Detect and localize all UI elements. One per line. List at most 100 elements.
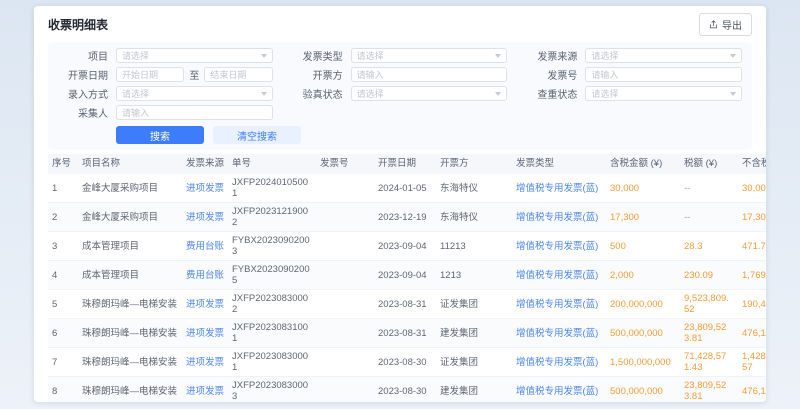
search-button[interactable]: 搜索 xyxy=(116,126,204,144)
filter-actions: 搜索 清空搜索 xyxy=(116,126,742,144)
date-end-invoice-date[interactable] xyxy=(204,67,272,82)
cell-tax: -- xyxy=(680,203,738,232)
cell-project: 金峰大厦采购项目 xyxy=(78,203,182,232)
table-row[interactable]: 4成本管理项目费用台账FYBX202309020052023-09-041213… xyxy=(48,261,766,290)
table-row[interactable]: 3成本管理项目费用台账FYBX202309020032023-09-041121… xyxy=(48,232,766,261)
select-invoice-type[interactable] xyxy=(351,48,508,63)
chevron-down-icon xyxy=(261,54,267,58)
column-header: 税额 (¥) xyxy=(680,154,738,174)
cell-issuer: 证发集团 xyxy=(436,290,512,319)
filter-label-invoice-source: 发票来源 xyxy=(519,48,577,63)
input-invoice-no-field[interactable] xyxy=(591,70,736,80)
page-title: 收票明细表 xyxy=(48,16,108,33)
table-row[interactable]: 6珠穆朗玛峰—电梯安装进项发票JXFP202308310012023-08-31… xyxy=(48,319,766,348)
export-button[interactable]: 导出 xyxy=(699,13,752,36)
filter-field-issuer: 开票方 xyxy=(285,67,508,82)
cell-amount: 30,000 xyxy=(606,174,680,203)
chevron-down-icon xyxy=(495,92,501,96)
date-start-invoice-date[interactable] xyxy=(116,67,184,82)
input-collector-field[interactable] xyxy=(122,108,267,118)
cell-order_no: JXFP20230831001 xyxy=(228,319,316,348)
cell-issuer: 建发集团 xyxy=(436,319,512,348)
cell-project: 金峰大厦采购项目 xyxy=(78,174,182,203)
cell-issuer: 东海特仪 xyxy=(436,203,512,232)
cell-order_no: JXFP20230830003 xyxy=(228,377,316,403)
cell-source: 费用台账 xyxy=(182,261,228,290)
cell-date: 2023-08-30 xyxy=(374,348,436,377)
date-start-invoice-date-field[interactable] xyxy=(122,70,178,80)
cell-source: 进项发票 xyxy=(182,319,228,348)
column-header: 序号 xyxy=(48,154,78,174)
select-project[interactable] xyxy=(116,48,273,63)
select-entry-method-field[interactable] xyxy=(122,89,257,99)
select-project-field[interactable] xyxy=(122,51,257,61)
input-collector[interactable] xyxy=(116,105,273,120)
cell-amount: 500,000,000 xyxy=(606,377,680,403)
select-dup-status-field[interactable] xyxy=(591,89,726,99)
select-invoice-type-field[interactable] xyxy=(357,51,492,61)
column-header: 发票号 xyxy=(316,154,374,174)
cell-net: 30,000 xyxy=(738,174,766,203)
cell-no: 8 xyxy=(48,377,78,403)
input-issuer[interactable] xyxy=(351,67,508,82)
select-verify-status[interactable] xyxy=(351,86,508,101)
cell-no: 6 xyxy=(48,319,78,348)
filter-label-invoice-type: 发票类型 xyxy=(285,48,343,63)
filter-field-invoice-source: 发票来源 xyxy=(519,48,742,63)
table-row[interactable]: 1金峰大厦采购项目进项发票JXFP202401050012024-01-05东海… xyxy=(48,174,766,203)
cell-type: 增值税专用发票(蓝) xyxy=(512,174,606,203)
cell-tax: 71,428,571.43 xyxy=(680,348,738,377)
select-invoice-source-field[interactable] xyxy=(591,51,726,61)
select-verify-status-field[interactable] xyxy=(357,89,492,99)
filter-grid: 项目发票类型发票来源开票日期至开票方发票号录入方式验真状态查重状态采集人 xyxy=(50,48,742,120)
cell-project: 成本管理项目 xyxy=(78,261,182,290)
cell-project: 珠穆朗玛峰—电梯安装 xyxy=(78,290,182,319)
column-header: 开票日期 xyxy=(374,154,436,174)
cell-source: 进项发票 xyxy=(182,290,228,319)
filter-field-collector: 采集人 xyxy=(50,105,273,120)
filter-label-project: 项目 xyxy=(50,48,108,63)
table-row[interactable]: 2金峰大厦采购项目进项发票JXFP202312190022023-12-19东海… xyxy=(48,203,766,232)
cell-date: 2023-08-31 xyxy=(374,319,436,348)
cell-issuer: 证发集团 xyxy=(436,348,512,377)
input-invoice-no[interactable] xyxy=(585,67,742,82)
input-issuer-field[interactable] xyxy=(357,70,502,80)
cell-net: 17,300 xyxy=(738,203,766,232)
cell-project: 成本管理项目 xyxy=(78,232,182,261)
filter-label-entry-method: 录入方式 xyxy=(50,86,108,101)
cell-net: 1,769.91 xyxy=(738,261,766,290)
table-row[interactable]: 7珠穆朗玛峰—电梯安装进项发票JXFP202308300012023-08-30… xyxy=(48,348,766,377)
date-end-invoice-date-field[interactable] xyxy=(210,70,266,80)
select-dup-status[interactable] xyxy=(585,86,742,101)
filter-label-issuer: 开票方 xyxy=(285,67,343,82)
filter-label-collector: 采集人 xyxy=(50,105,108,120)
filter-field-project: 项目 xyxy=(50,48,273,63)
cell-invoice_no xyxy=(316,261,374,290)
column-header: 含税金额 (¥) xyxy=(606,154,680,174)
cell-source: 进项发票 xyxy=(182,174,228,203)
cell-net: 476,190,476.19 xyxy=(738,377,766,403)
select-invoice-source[interactable] xyxy=(585,48,742,63)
cell-invoice_no xyxy=(316,232,374,261)
cell-net: 476,190,476.19 xyxy=(738,319,766,348)
chevron-down-icon xyxy=(261,92,267,96)
cell-tax: -- xyxy=(680,174,738,203)
cell-type: 增值税专用发票(蓝) xyxy=(512,377,606,403)
column-header: 开票方 xyxy=(436,154,512,174)
table-body: 1金峰大厦采购项目进项发票JXFP202401050012024-01-05东海… xyxy=(48,174,766,402)
clear-search-button[interactable]: 清空搜索 xyxy=(213,126,301,144)
select-entry-method[interactable] xyxy=(116,86,273,101)
filter-field-invoice-no: 发票号 xyxy=(519,67,742,82)
table-row[interactable]: 5珠穆朗玛峰—电梯安装进项发票JXFP202308300022023-08-31… xyxy=(48,290,766,319)
filter-label-verify-status: 验真状态 xyxy=(285,86,343,101)
cell-type: 增值税专用发票(蓝) xyxy=(512,319,606,348)
cell-amount: 2,000 xyxy=(606,261,680,290)
cell-amount: 1,500,000,000 xyxy=(606,348,680,377)
cell-type: 增值税专用发票(蓝) xyxy=(512,290,606,319)
cell-order_no: JXFP20240105001 xyxy=(228,174,316,203)
chevron-down-icon xyxy=(730,92,736,96)
table-row[interactable]: 8珠穆朗玛峰—电梯安装进项发票JXFP202308300032023-08-30… xyxy=(48,377,766,403)
cell-invoice_no xyxy=(316,319,374,348)
cell-source: 进项发票 xyxy=(182,348,228,377)
cell-date: 2023-08-30 xyxy=(374,377,436,403)
